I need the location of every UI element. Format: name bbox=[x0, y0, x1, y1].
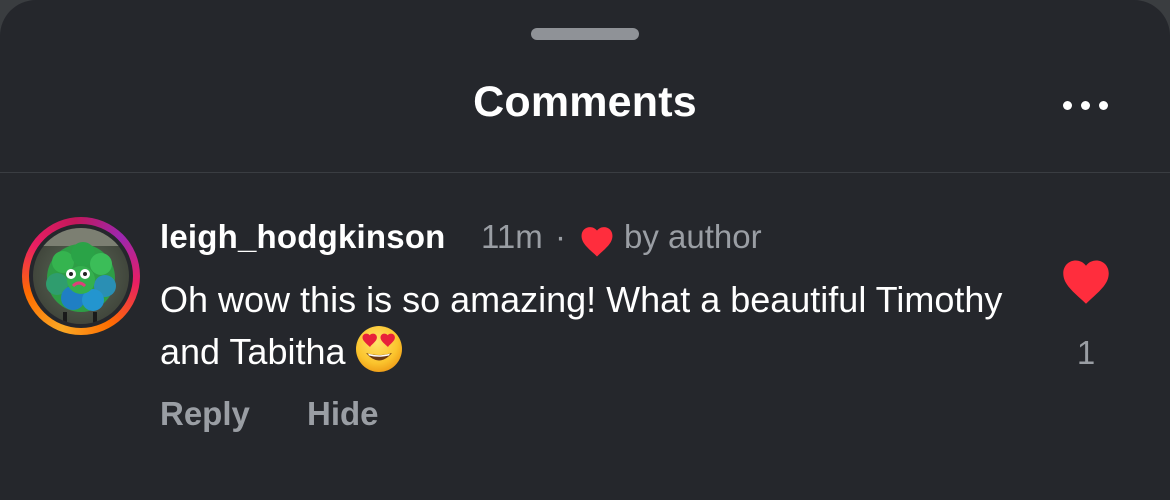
heart-eyes-emoji bbox=[355, 326, 402, 372]
comment-time: 11m bbox=[481, 218, 543, 255]
more-options-button[interactable] bbox=[1052, 82, 1118, 128]
hide-button[interactable]: Hide bbox=[307, 395, 379, 433]
more-dot bbox=[1080, 100, 1090, 110]
more-dot bbox=[1098, 100, 1108, 110]
more-horizontal-icon bbox=[1062, 100, 1072, 110]
comments-sheet: Comments leigh_hodgkinson 11m · by autho… bbox=[0, 0, 1170, 500]
comment-text: Oh wow this is so amazing! What a beauti… bbox=[160, 279, 1003, 372]
sheet-title: Comments bbox=[473, 78, 697, 126]
liked-by-author-label: by author bbox=[624, 218, 762, 255]
like-count: 1 bbox=[1076, 334, 1096, 371]
reply-button[interactable]: Reply bbox=[160, 395, 250, 433]
like-button[interactable] bbox=[1058, 256, 1114, 306]
comment-text-block: Oh wow this is so amazing! What a beauti… bbox=[160, 276, 1040, 376]
heart-filled-icon bbox=[1063, 260, 1109, 304]
comment-username[interactable]: leigh_hodgkinson bbox=[160, 218, 446, 256]
heart-icon bbox=[581, 227, 613, 257]
avatar-image bbox=[33, 228, 129, 324]
avatar[interactable] bbox=[22, 217, 140, 335]
meta-separator: · bbox=[555, 218, 566, 255]
drag-handle[interactable] bbox=[531, 28, 639, 40]
header-divider bbox=[0, 172, 1170, 173]
